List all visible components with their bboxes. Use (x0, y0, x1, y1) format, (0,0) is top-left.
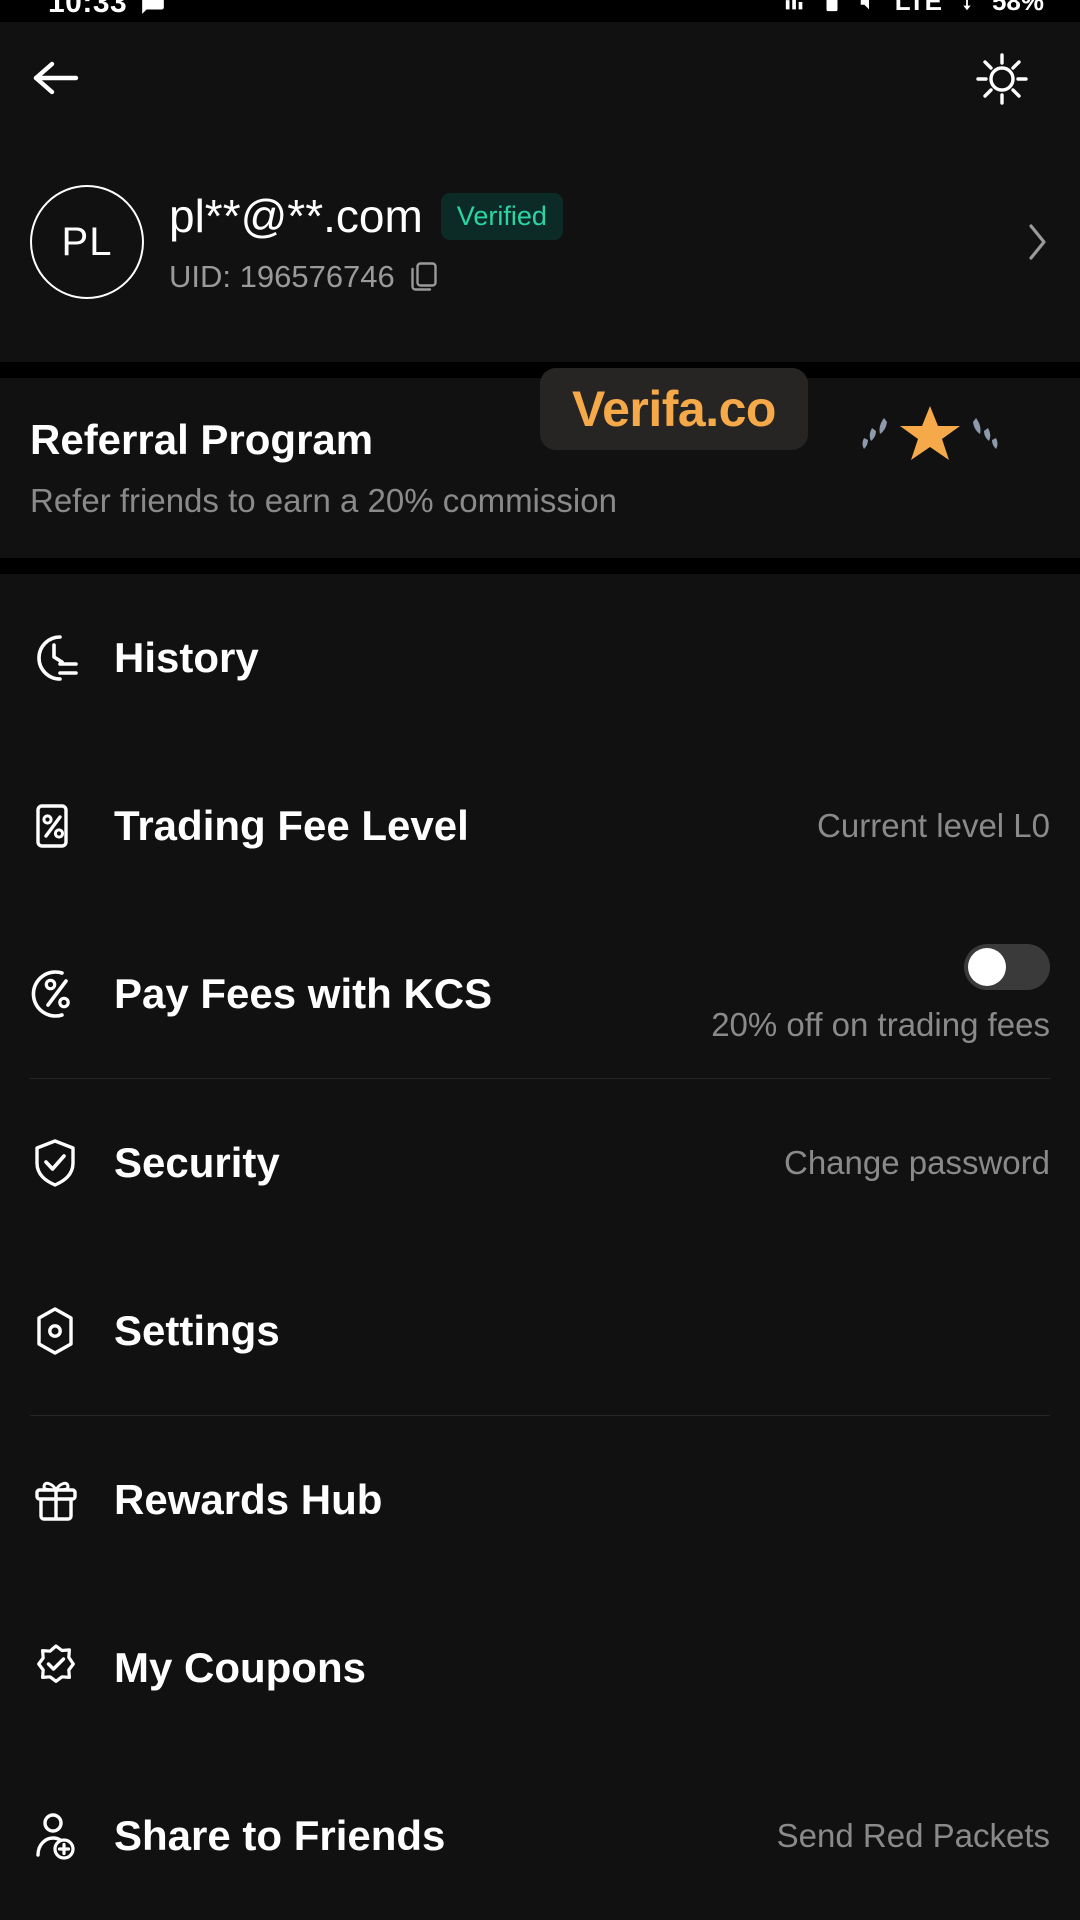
menu-item-value-wrap: Current level L0 (817, 807, 1050, 845)
history-clock-icon (30, 632, 88, 684)
security-value: Change password (784, 1144, 1050, 1181)
menu-item-rewards-hub[interactable]: Rewards Hub (0, 1416, 1080, 1584)
verified-badge: Verified (440, 192, 563, 240)
account-details: pl**@**.com Verified UID: 196576746 (169, 189, 1014, 295)
message-icon (139, 0, 167, 16)
account-email: pl**@**.com (169, 190, 423, 242)
account-uid-row: UID: 196576746 (169, 259, 1014, 295)
menu-item-settings[interactable]: Settings (0, 1247, 1080, 1415)
menu-item-label: Rewards Hub (114, 1476, 383, 1523)
menu-item-history[interactable]: History (0, 574, 1080, 742)
brightness-icon (972, 49, 1032, 109)
status-time: 10:33 (48, 0, 128, 19)
avatar: PL (30, 185, 144, 299)
person-add-icon (30, 1810, 88, 1862)
menu-item-share-to-friends[interactable]: Share to Friends Send Red Packets (0, 1752, 1080, 1920)
section-gap (0, 362, 1080, 378)
shield-check-icon (30, 1137, 88, 1189)
brightness-toggle-button[interactable] (970, 48, 1034, 110)
battery-saver-icon (821, 0, 843, 14)
kcs-percent-icon (30, 968, 88, 1020)
mute-icon (857, 0, 881, 13)
status-bar-left: 10:33 (48, 0, 167, 20)
menu-item-value-wrap: Change password (784, 1144, 1050, 1182)
app-screen: 10:33 LTE 58% PL pl**@**.com Verified UI… (0, 0, 1080, 1920)
menu-item-value-wrap: Send Red Packets (777, 1817, 1050, 1855)
settings-hexagon-icon (30, 1305, 88, 1357)
share-to-friends-value: Send Red Packets (776, 1817, 1050, 1854)
wifi-icon (956, 0, 978, 13)
account-uid: UID: 196576746 (169, 259, 395, 294)
battery-percent-label: 58% (991, 0, 1044, 16)
menu-item-trading-fee-level[interactable]: Trading Fee Level Current level L0 (0, 742, 1080, 910)
toggle-knob (968, 948, 1006, 986)
menu-item-label: My Coupons (114, 1644, 366, 1691)
status-bar-right: LTE 58% (783, 0, 1044, 17)
coupon-badge-check-icon (30, 1642, 88, 1694)
lte-icon: LTE (894, 0, 942, 16)
kcs-right-group: 20% off on trading fees (711, 944, 1050, 1044)
fee-percent-doc-icon (30, 800, 88, 852)
gift-icon (30, 1474, 88, 1526)
menu-item-label: Settings (114, 1307, 280, 1354)
menu-item-label: Share to Friends (114, 1812, 446, 1859)
nav-bar (0, 22, 1080, 122)
account-row[interactable]: PL pl**@**.com Verified UID: 196576746 (0, 122, 1080, 362)
watermark-text: Verifa.co (572, 381, 776, 437)
section-gap-2 (0, 558, 1080, 574)
trading-fee-level-value: Current level L0 (817, 807, 1050, 844)
status-bar: 10:33 LTE 58% (0, 0, 1080, 22)
watermark-verifa: Verifa.co (540, 368, 808, 450)
menu-item-pay-fees-with-kcs[interactable]: Pay Fees with KCS 20% off on trading fee… (0, 910, 1080, 1078)
laurel-star-icon (850, 400, 1010, 490)
account-email-row: pl**@**.com Verified (169, 189, 1014, 243)
pay-fees-kcs-toggle[interactable] (964, 944, 1050, 990)
menu-item-label: Security (114, 1139, 280, 1186)
chevron-right-icon (1024, 220, 1050, 264)
menu-item-security[interactable]: Security Change password (0, 1079, 1080, 1247)
menu-item-label: History (114, 634, 259, 681)
menu-item-label: Pay Fees with KCS (114, 970, 493, 1017)
back-arrow-icon (30, 55, 86, 101)
menu-item-my-coupons[interactable]: My Coupons (0, 1584, 1080, 1752)
kcs-discount-note: 20% off on trading fees (711, 1006, 1050, 1043)
signal-icon (783, 0, 807, 13)
settings-menu: History Trading Fee Level Current level … (0, 574, 1080, 1920)
menu-item-label: Trading Fee Level (114, 802, 469, 849)
copy-icon[interactable] (409, 261, 439, 293)
back-button[interactable] (22, 48, 94, 108)
